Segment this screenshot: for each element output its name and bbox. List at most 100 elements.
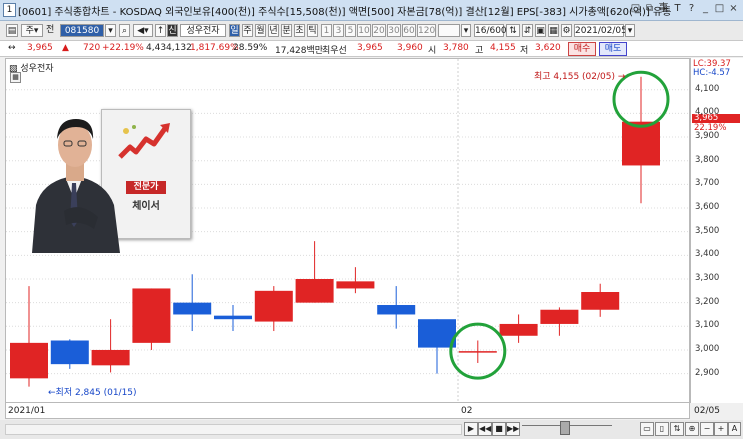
zoom-in-icon[interactable]: +: [714, 422, 728, 436]
tile-icon[interactable]: ⧉: [644, 2, 655, 15]
period-year[interactable]: 년: [268, 24, 279, 37]
interval-dropdown-icon[interactable]: ▾: [461, 24, 471, 37]
y-tick-label: 3,100: [695, 320, 720, 331]
interval-20[interactable]: 20: [372, 24, 386, 37]
restore-layout-icon[interactable]: □: [630, 2, 641, 15]
speaker-icon[interactable]: ◀▾: [133, 24, 153, 37]
open-price: 3,780: [443, 43, 469, 53]
save-icon[interactable]: ▣: [535, 24, 546, 37]
period-day[interactable]: 일: [229, 24, 240, 37]
candle-body: [214, 315, 252, 320]
interval-60[interactable]: 60: [402, 24, 416, 37]
period-minute[interactable]: 분: [281, 24, 292, 37]
horizontal-scrollbar[interactable]: [5, 424, 462, 435]
candle-body: [295, 278, 334, 303]
candle-body: [10, 342, 48, 379]
period-week[interactable]: 주: [242, 24, 253, 37]
turnover: 28.59%: [233, 43, 268, 53]
candle-body: [173, 302, 212, 315]
settings-icon[interactable]: ⚙: [561, 24, 572, 37]
change-pct: +22.19%: [102, 43, 144, 53]
low-price: 3,620: [535, 43, 561, 53]
change-arrow-icon: ▲: [62, 43, 69, 53]
interval-5[interactable]: 5: [345, 24, 356, 37]
x-label-end: 02/05: [694, 406, 720, 416]
interval-10[interactable]: 10: [357, 24, 371, 37]
text-tool-icon[interactable]: A: [728, 422, 741, 436]
bottom-bar: ▶ ◀◀ ■ ▶▶ ▭ ▯ ⇅ ⊕ − + A: [0, 420, 743, 439]
x-label-month: 02: [461, 406, 473, 416]
zoom-slider-handle[interactable]: [560, 421, 570, 435]
market-select[interactable]: 주▾: [21, 24, 43, 37]
change-value: 720: [83, 43, 101, 53]
sell-button[interactable]: 매도: [599, 42, 627, 56]
interval-120[interactable]: 120: [417, 24, 436, 37]
zoom-out-icon[interactable]: −: [700, 422, 714, 436]
stock-code-input[interactable]: 081580: [60, 24, 104, 37]
date-field[interactable]: 2021/02/05: [574, 24, 627, 37]
low-label: 저: [520, 46, 529, 56]
rewind-icon[interactable]: ◀◀: [478, 422, 492, 436]
event-icon[interactable]: 事: [658, 2, 669, 15]
date-axis: 2021/01 02 02/05: [5, 403, 720, 419]
search-icon[interactable]: ⌕: [119, 24, 130, 37]
price-chart[interactable]: ▧ 성우전자 ▦ 전문가 체이서 최고 4,155 (02/05) → ←최저 …: [5, 58, 690, 403]
help-icon[interactable]: ?: [686, 2, 697, 15]
data-count[interactable]: 16/600: [474, 24, 507, 37]
prev-stock-icon[interactable]: ↑: [155, 24, 166, 37]
y-tick-label: 3,200: [695, 296, 720, 307]
period-month[interactable]: 월: [255, 24, 266, 37]
text-icon[interactable]: T: [672, 2, 683, 15]
current-price: 3,965: [27, 43, 53, 53]
y-tick-label: 2,900: [695, 367, 720, 378]
high-label: 고: [475, 46, 484, 56]
expert-photo: [32, 119, 120, 253]
interval-1[interactable]: 1: [321, 24, 332, 37]
open-label: 시: [428, 46, 437, 56]
high-price: 4,155: [490, 43, 516, 53]
link-icon[interactable]: ▤: [6, 24, 18, 37]
maximize-button[interactable]: □: [714, 2, 725, 15]
fast-forward-icon[interactable]: ▶▶: [506, 422, 520, 436]
y-tick-label: 3,900: [695, 131, 720, 142]
interval-input[interactable]: [438, 24, 460, 37]
period-second[interactable]: 초: [294, 24, 305, 37]
quote-arrow-icon: ↔: [8, 43, 16, 53]
y-tick-label: 3,400: [695, 249, 720, 260]
y-tick-label: 3,600: [695, 202, 720, 213]
zoom-range-icon[interactable]: ▭: [640, 422, 654, 436]
stop-icon[interactable]: ■: [492, 422, 506, 436]
candle-body: [622, 121, 660, 166]
period-tick[interactable]: 틱: [307, 24, 318, 37]
calendar-icon[interactable]: ▾: [625, 24, 635, 37]
buy-button[interactable]: 매수: [568, 42, 596, 56]
trade-amount: 17,428백만: [275, 46, 324, 56]
price-axis: LC:39.37 HC:-4.57 3,965 22.19% 2,900 3,00…: [690, 58, 743, 403]
interval-3[interactable]: 3: [333, 24, 344, 37]
title-bar: 1 [0601] 주식종합차트 - KOSDAQ 외국인보유[400(천)] 주…: [0, 0, 743, 21]
grid-icon[interactable]: ▦: [548, 24, 559, 37]
y-tick-label: 3,300: [695, 272, 720, 283]
candle-body: [581, 292, 620, 310]
period-mode[interactable]: 전: [46, 23, 54, 38]
volume: 4,434,132: [146, 43, 192, 53]
quote-line: ↔ 3,965 ▲ 720 +22.19% 4,434,132 1,817.69…: [0, 41, 743, 57]
crosshair-icon[interactable]: ⊕: [685, 422, 699, 436]
window-split-icon[interactable]: ▯: [655, 422, 669, 436]
zoom-icon[interactable]: ⇅: [506, 24, 520, 37]
candle-body: [458, 351, 497, 353]
minimize-button[interactable]: _: [700, 2, 711, 15]
low-annotation: ←최저 2,845 (01/15): [48, 388, 137, 398]
interval-30[interactable]: 30: [387, 24, 401, 37]
scroll-right-icon[interactable]: ▶: [464, 422, 478, 436]
code-dropdown-icon[interactable]: ▾: [105, 24, 116, 37]
window-title: [0601] 주식종합차트 - KOSDAQ 외국인보유[400(천)] 주식수…: [18, 7, 672, 18]
candle-body: [336, 281, 375, 289]
expert-card: 전문가 체이서: [28, 101, 191, 253]
scroll-icon[interactable]: ⇵: [522, 24, 533, 37]
reset-zoom-icon[interactable]: ⇅: [670, 422, 684, 436]
close-button[interactable]: ×: [728, 2, 739, 15]
chart-toolbar: ▤ 주▾ 전 081580 ▾ ⌕ ◀▾ ↑ 신 성우전자 일 주 월 년 분 …: [0, 21, 743, 41]
market-tag: 신: [167, 24, 178, 37]
best-bid: 3,960: [397, 43, 423, 53]
